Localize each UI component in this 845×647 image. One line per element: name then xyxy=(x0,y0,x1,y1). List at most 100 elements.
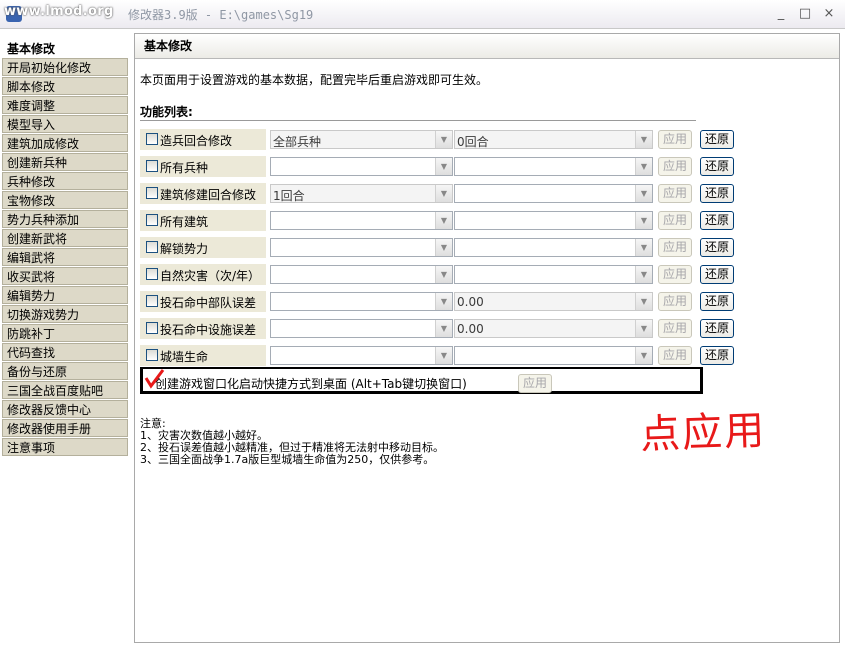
row-checkbox[interactable] xyxy=(146,214,158,226)
divider xyxy=(140,120,696,121)
restore-button[interactable]: 还原 xyxy=(700,211,734,230)
chevron-down-icon[interactable]: ▼ xyxy=(435,185,452,202)
secondary-select[interactable]: ▼ xyxy=(454,238,653,257)
primary-select[interactable]: ▼ xyxy=(270,238,453,257)
row-checkbox[interactable] xyxy=(146,349,158,361)
primary-select[interactable]: ▼ xyxy=(270,211,453,230)
close-button[interactable]: × xyxy=(820,6,838,22)
sidebar-item[interactable]: 三国全战百度贴吧 xyxy=(2,381,128,399)
primary-select[interactable]: 全部兵种 ▼ xyxy=(270,130,453,149)
primary-select[interactable]: 1回合 ▼ xyxy=(270,184,453,203)
restore-button[interactable]: 还原 xyxy=(700,292,734,311)
sidebar-item[interactable]: 开局初始化修改 xyxy=(2,58,128,76)
chevron-down-icon[interactable]: ▼ xyxy=(435,239,452,256)
chevron-down-icon[interactable]: ▼ xyxy=(635,293,652,310)
apply-button[interactable]: 应用 xyxy=(658,346,692,365)
checked-checkbox-icon[interactable] xyxy=(143,367,167,391)
sidebar-item[interactable]: 兵种修改 xyxy=(2,172,128,190)
chevron-down-icon[interactable]: ▼ xyxy=(435,158,452,175)
chevron-down-icon[interactable]: ▼ xyxy=(635,347,652,364)
panel-title: 基本修改 xyxy=(144,39,193,53)
sidebar-item[interactable]: 难度调整 xyxy=(2,96,128,114)
restore-button[interactable]: 还原 xyxy=(700,346,734,365)
restore-button[interactable]: 还原 xyxy=(700,184,734,203)
row-checkbox[interactable] xyxy=(146,241,158,253)
chevron-down-icon[interactable]: ▼ xyxy=(635,212,652,229)
secondary-select[interactable]: 0.00 ▼ xyxy=(454,319,653,338)
maximize-button[interactable]: □ xyxy=(796,6,814,22)
sidebar-item[interactable]: 创建新兵种 xyxy=(2,153,128,171)
sidebar-item[interactable]: 编辑武将 xyxy=(2,248,128,266)
apply-button[interactable]: 应用 xyxy=(658,211,692,230)
apply-button[interactable]: 应用 xyxy=(658,265,692,284)
apply-button[interactable]: 应用 xyxy=(658,130,692,149)
chevron-down-icon[interactable]: ▼ xyxy=(635,266,652,283)
restore-button[interactable]: 还原 xyxy=(700,157,734,176)
chevron-down-icon[interactable]: ▼ xyxy=(435,347,452,364)
minimize-button[interactable]: _ xyxy=(772,6,790,22)
restore-button[interactable]: 还原 xyxy=(700,319,734,338)
apply-button[interactable]: 应用 xyxy=(658,319,692,338)
primary-select[interactable]: ▼ xyxy=(270,319,453,338)
secondary-select[interactable]: ▼ xyxy=(454,346,653,365)
secondary-select[interactable]: ▼ xyxy=(454,265,653,284)
secondary-select[interactable]: ▼ xyxy=(454,184,653,203)
sidebar-item[interactable]: 编辑势力 xyxy=(2,286,128,304)
sidebar-item[interactable]: 注意事项 xyxy=(2,438,128,456)
chevron-down-icon[interactable]: ▼ xyxy=(635,185,652,202)
row-checkbox[interactable] xyxy=(146,295,158,307)
shortcut-apply-button[interactable]: 应用 xyxy=(518,374,552,393)
sidebar-item[interactable]: 创建新武将 xyxy=(2,229,128,247)
secondary-select[interactable]: 0回合 ▼ xyxy=(454,130,653,149)
primary-select[interactable]: ▼ xyxy=(270,292,453,311)
function-row: 造兵回合修改 全部兵种 ▼ 0回合 ▼ 应用 还原 xyxy=(140,129,740,151)
primary-select[interactable]: ▼ xyxy=(270,346,453,365)
sidebar-item[interactable]: 建筑加成修改 xyxy=(2,134,128,152)
row-label: 城墙生命 xyxy=(160,350,209,364)
apply-button[interactable]: 应用 xyxy=(658,184,692,203)
secondary-select[interactable]: ▼ xyxy=(454,211,653,230)
row-checkbox[interactable] xyxy=(146,187,158,199)
sidebar-item[interactable]: 收买武将 xyxy=(2,267,128,285)
row-checkbox[interactable] xyxy=(146,322,158,334)
sidebar-item[interactable]: 切换游戏势力 xyxy=(2,305,128,323)
chevron-down-icon[interactable]: ▼ xyxy=(435,293,452,310)
panel-description: 本页面用于设置游戏的基本数据，配置完毕后重启游戏即可生效。 xyxy=(140,73,489,87)
sidebar-item[interactable]: 模型导入 xyxy=(2,115,128,133)
apply-button[interactable]: 应用 xyxy=(658,292,692,311)
row-label: 所有建筑 xyxy=(160,215,209,229)
sidebar-item[interactable]: 防跳补丁 xyxy=(2,324,128,342)
restore-button[interactable]: 还原 xyxy=(700,130,734,149)
row-label: 造兵回合修改 xyxy=(160,134,233,148)
function-list-title: 功能列表: xyxy=(140,105,193,119)
sidebar-item[interactable]: 基本修改 xyxy=(2,39,128,57)
chevron-down-icon[interactable]: ▼ xyxy=(635,131,652,148)
sidebar-item[interactable]: 修改器反馈中心 xyxy=(2,400,128,418)
primary-select[interactable]: ▼ xyxy=(270,265,453,284)
chevron-down-icon[interactable]: ▼ xyxy=(435,131,452,148)
sidebar-item[interactable]: 宝物修改 xyxy=(2,191,128,209)
row-checkbox[interactable] xyxy=(146,268,158,280)
secondary-select[interactable]: ▼ xyxy=(454,157,653,176)
secondary-select[interactable]: 0.00 ▼ xyxy=(454,292,653,311)
chevron-down-icon[interactable]: ▼ xyxy=(435,266,452,283)
chevron-down-icon[interactable]: ▼ xyxy=(635,320,652,337)
sidebar-item[interactable]: 修改器使用手册 xyxy=(2,419,128,437)
row-checkbox[interactable] xyxy=(146,133,158,145)
sidebar-item[interactable]: 势力兵种添加 xyxy=(2,210,128,228)
chevron-down-icon[interactable]: ▼ xyxy=(635,158,652,175)
chevron-down-icon[interactable]: ▼ xyxy=(435,212,452,229)
restore-button[interactable]: 还原 xyxy=(700,265,734,284)
chevron-down-icon[interactable]: ▼ xyxy=(435,320,452,337)
sidebar-item[interactable]: 代码查找 xyxy=(2,343,128,361)
restore-button[interactable]: 还原 xyxy=(700,238,734,257)
row-label: 所有兵种 xyxy=(160,161,209,175)
primary-select[interactable]: ▼ xyxy=(270,157,453,176)
sidebar-item[interactable]: 脚本修改 xyxy=(2,77,128,95)
apply-button[interactable]: 应用 xyxy=(658,157,692,176)
apply-button[interactable]: 应用 xyxy=(658,238,692,257)
sidebar-item[interactable]: 备份与还原 xyxy=(2,362,128,380)
row-checkbox[interactable] xyxy=(146,160,158,172)
function-row: 自然灾害（次/年） ▼ ▼ 应用 还原 xyxy=(140,264,740,286)
chevron-down-icon[interactable]: ▼ xyxy=(635,239,652,256)
